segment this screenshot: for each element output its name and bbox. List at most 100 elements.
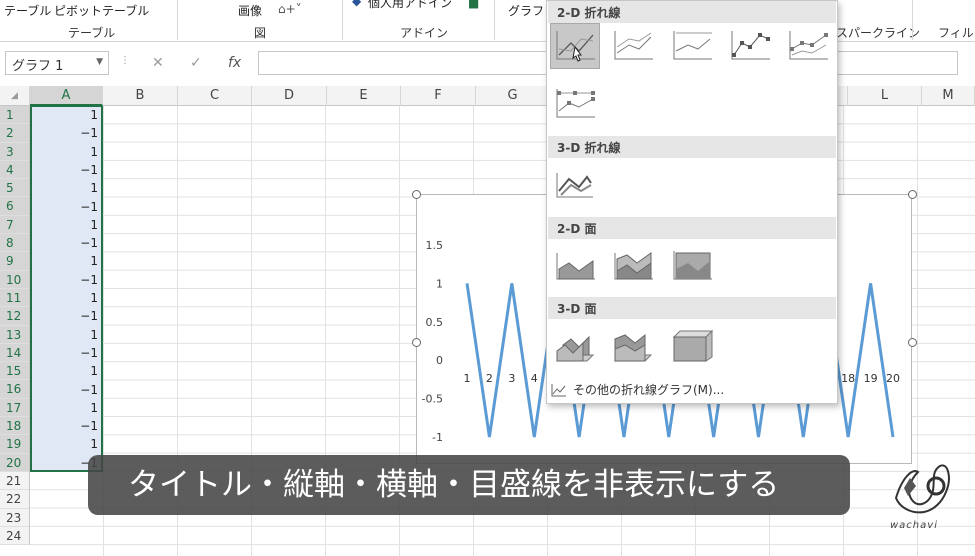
3d-line-option[interactable] bbox=[550, 161, 600, 207]
line-chart-small-icon bbox=[551, 383, 566, 396]
recommended-chart-button[interactable]: グラフ bbox=[508, 2, 544, 19]
x-tick-label: 4 bbox=[531, 372, 538, 385]
wachavi-logo bbox=[894, 464, 950, 514]
row-header[interactable]: 17 bbox=[0, 398, 29, 418]
x-tick-label: 1 bbox=[464, 372, 471, 385]
100-stacked-markers-icon bbox=[556, 89, 595, 118]
row-header[interactable]: 19 bbox=[0, 435, 29, 454]
area-icon bbox=[556, 253, 595, 280]
cell-value[interactable]: 1 bbox=[30, 216, 98, 234]
column-header-g[interactable]: G bbox=[476, 86, 550, 106]
cell-value[interactable]: 1 bbox=[30, 143, 98, 161]
row-header[interactable]: 20 bbox=[0, 453, 29, 472]
row-header[interactable]: 2 bbox=[0, 124, 29, 143]
row-header[interactable]: 3 bbox=[0, 142, 29, 161]
cell-value[interactable]: 1 bbox=[30, 399, 98, 417]
row-header[interactable]: 16 bbox=[0, 380, 29, 399]
x-tick-label: 19 bbox=[864, 372, 878, 385]
row-header[interactable]: 12 bbox=[0, 307, 29, 326]
row-header[interactable]: 14 bbox=[0, 343, 29, 363]
3d-line-icon bbox=[556, 173, 593, 198]
name-box[interactable]: グラフ 1 ▼ bbox=[5, 51, 109, 75]
row-header[interactable]: 11 bbox=[0, 288, 29, 308]
ribbon-separator bbox=[342, 0, 343, 40]
stacked-markers-option[interactable] bbox=[783, 23, 833, 69]
column-header-m[interactable]: M bbox=[922, 86, 975, 106]
100-stacked-line-option[interactable] bbox=[667, 23, 717, 69]
column-header-e[interactable]: E bbox=[327, 86, 401, 106]
row-header[interactable]: 8 bbox=[0, 234, 29, 253]
stacked-area-option[interactable] bbox=[608, 243, 658, 289]
row-header[interactable]: 21 bbox=[0, 472, 29, 491]
stacked-markers-icon bbox=[789, 31, 828, 60]
fx-icon[interactable]: fx bbox=[228, 55, 241, 71]
name-box-value: グラフ 1 bbox=[12, 59, 64, 74]
cell-value[interactable]: −1 bbox=[30, 271, 98, 289]
row-header[interactable]: 23 bbox=[0, 509, 29, 527]
row-header[interactable]: 22 bbox=[0, 490, 29, 509]
column-header-c[interactable]: C bbox=[178, 86, 252, 106]
stacked-line-option[interactable] bbox=[608, 23, 658, 69]
store-icon[interactable]: ■ bbox=[468, 0, 479, 10]
column-header-l[interactable]: L bbox=[848, 86, 922, 106]
cell-value[interactable]: −1 bbox=[30, 198, 98, 216]
3d-area-option[interactable] bbox=[550, 323, 600, 369]
row-header[interactable]: 18 bbox=[0, 417, 29, 436]
cell-value[interactable]: −1 bbox=[30, 344, 98, 362]
cancel-icon[interactable]: ✕ bbox=[152, 55, 164, 71]
cell-value[interactable]: 1 bbox=[30, 252, 98, 270]
addin-icon[interactable]: ◆ bbox=[352, 0, 361, 8]
section-3d-line: 3-D 折れ線 bbox=[548, 136, 836, 158]
cell-value[interactable]: 1 bbox=[30, 362, 98, 380]
row-header[interactable]: 15 bbox=[0, 362, 29, 381]
picture-button[interactable]: 画像 bbox=[238, 2, 262, 19]
column-header-d[interactable]: D bbox=[252, 86, 327, 106]
pivot-table-button[interactable]: ピボットテーブル bbox=[54, 2, 149, 19]
row-header[interactable]: 5 bbox=[0, 179, 29, 198]
cell-value[interactable]: −1 bbox=[30, 381, 98, 399]
100-stacked-markers-option[interactable] bbox=[550, 81, 600, 127]
line-markers-option[interactable] bbox=[725, 23, 775, 69]
row-header[interactable]: 1 bbox=[0, 106, 29, 125]
row-header[interactable]: 10 bbox=[0, 270, 29, 289]
more-line-charts-label: その他の折れ線グラフ(M)... bbox=[573, 383, 725, 397]
cell-value[interactable]: 1 bbox=[30, 435, 98, 453]
shapes-icon[interactable]: ⌂+˅ bbox=[278, 2, 302, 16]
enter-icon[interactable]: ✓ bbox=[190, 55, 202, 71]
my-addins-button[interactable]: 個人用アドイン bbox=[368, 0, 452, 11]
100-stacked-area-option[interactable] bbox=[667, 243, 717, 289]
column-header-a[interactable]: A bbox=[30, 86, 103, 106]
cell-value[interactable]: 1 bbox=[30, 106, 98, 124]
section-2d-line: 2-D 折れ線 bbox=[548, 1, 836, 23]
cell-value[interactable]: −1 bbox=[30, 234, 98, 252]
cell-value[interactable]: −1 bbox=[30, 417, 98, 435]
line-chart-option[interactable] bbox=[550, 23, 600, 69]
3d-stacked-area-option[interactable] bbox=[608, 323, 658, 369]
cell-value[interactable]: 1 bbox=[30, 179, 98, 197]
column-header-b[interactable]: B bbox=[103, 86, 178, 106]
table-button[interactable]: テーブル bbox=[4, 2, 51, 19]
row-header[interactable]: 6 bbox=[0, 197, 29, 216]
area-option[interactable] bbox=[550, 243, 600, 289]
cell-value[interactable]: 1 bbox=[30, 289, 98, 307]
chevron-down-icon[interactable]: ▼ bbox=[96, 57, 103, 67]
cell-value[interactable]: 1 bbox=[30, 326, 98, 344]
row-header[interactable]: 4 bbox=[0, 160, 29, 180]
3d-100-stacked-area-option[interactable] bbox=[667, 323, 717, 369]
line-markers-icon bbox=[731, 31, 770, 60]
select-all-corner[interactable]: ◢ bbox=[0, 86, 30, 106]
cell-value[interactable]: −1 bbox=[30, 124, 98, 142]
cell-value[interactable]: −1 bbox=[30, 161, 98, 179]
row-header[interactable]: 13 bbox=[0, 325, 29, 344]
x-tick-label: 2 bbox=[486, 372, 493, 385]
cell-value[interactable]: −1 bbox=[30, 307, 98, 325]
3d-100-stacked-area-icon bbox=[672, 329, 714, 362]
row-header[interactable]: 9 bbox=[0, 252, 29, 271]
ribbon-separator bbox=[912, 0, 913, 40]
column-header-f[interactable]: F bbox=[401, 86, 476, 106]
row-header[interactable]: 7 bbox=[0, 215, 29, 235]
more-line-charts-link[interactable]: その他の折れ線グラフ(M)... bbox=[551, 381, 724, 398]
row-header[interactable]: 24 bbox=[0, 527, 29, 546]
x-tick-label: 20 bbox=[886, 372, 900, 385]
line-chart-icon bbox=[556, 31, 595, 62]
